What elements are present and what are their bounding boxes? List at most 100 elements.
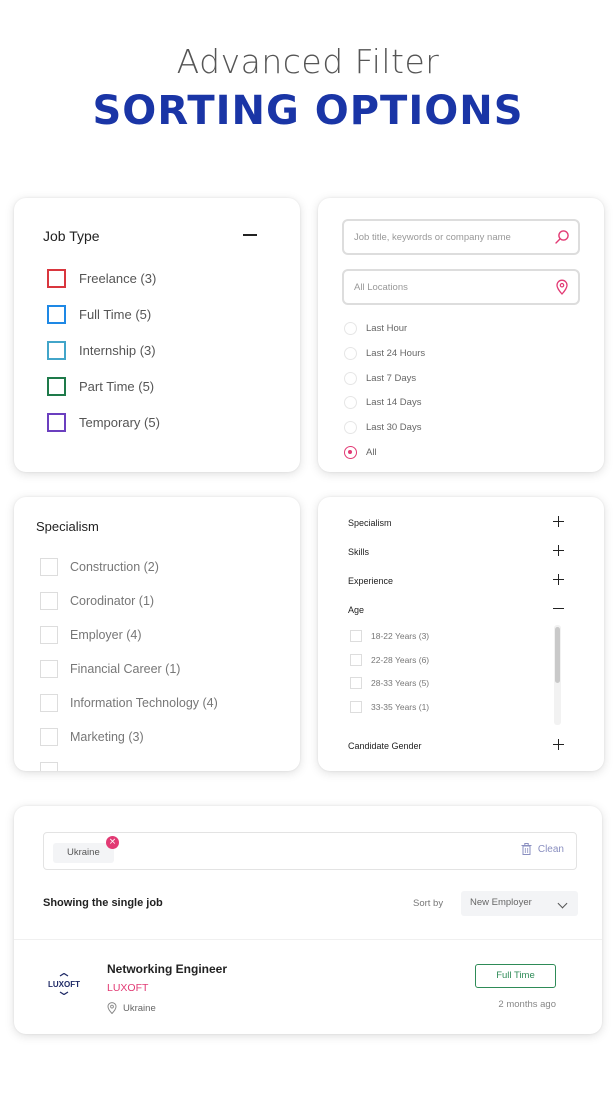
location-pin-icon <box>556 279 568 295</box>
location-pin-icon <box>107 1002 117 1014</box>
radio-button[interactable] <box>344 371 357 385</box>
age-option-label: 18-22 Years (3) <box>371 630 430 641</box>
job-type-title: Job Type <box>43 228 100 244</box>
specialism-title: Specialism <box>36 519 99 534</box>
chevron-down-icon <box>557 898 568 909</box>
posted-time: 2 months ago <box>498 999 556 1010</box>
specialism-option[interactable]: Financial Career (1) <box>40 660 180 678</box>
accordion-skills[interactable]: Skills <box>348 545 564 559</box>
specialism-label: Financial Career (1) <box>70 662 181 676</box>
radio-button[interactable] <box>344 346 357 360</box>
job-type-option[interactable]: Freelance (3) <box>47 268 156 288</box>
checkbox[interactable] <box>47 340 66 360</box>
job-type-option[interactable]: Internship (3) <box>47 340 156 360</box>
filter-chip: Ukraine <box>53 843 114 863</box>
accordion-label: Experience <box>348 576 394 586</box>
job-title-link[interactable]: Networking Engineer <box>107 962 227 976</box>
job-type-option[interactable]: Temporary (5) <box>47 412 160 432</box>
date-option-label: All <box>366 446 377 458</box>
checkbox[interactable] <box>40 728 58 746</box>
specialism-option[interactable]: Information Technology (4) <box>40 694 218 712</box>
plus-icon[interactable] <box>553 545 564 556</box>
plus-icon[interactable] <box>553 574 564 585</box>
checkbox[interactable] <box>47 376 66 396</box>
specialism-option[interactable]: Employer (4) <box>40 626 142 644</box>
age-scrollbar[interactable] <box>554 625 561 725</box>
specialism-option[interactable]: Marketing (3) <box>40 728 144 746</box>
plus-icon[interactable] <box>553 739 564 750</box>
age-option[interactable]: 28-33 Years (5) <box>350 676 429 689</box>
company-logo-text: LUXOFT <box>48 980 80 989</box>
job-type-badge: Full Time <box>475 964 556 988</box>
checkbox[interactable] <box>40 626 58 644</box>
checkbox[interactable] <box>40 762 58 771</box>
accordion-age[interactable]: Age <box>348 603 564 617</box>
checkbox[interactable] <box>47 304 66 324</box>
job-type-filter-card: Job Type Freelance (3) Full Time (5) Int… <box>14 198 300 472</box>
checkbox[interactable] <box>350 676 362 689</box>
scrollbar-thumb[interactable] <box>555 627 560 683</box>
age-option[interactable]: 18-22 Years (3) <box>350 629 429 642</box>
job-type-option[interactable]: Full Time (5) <box>47 304 151 324</box>
checkbox[interactable] <box>47 268 66 288</box>
radio-button[interactable] <box>344 420 357 434</box>
radio-button-selected[interactable] <box>344 445 357 459</box>
plus-icon[interactable] <box>553 516 564 527</box>
location-input[interactable] <box>344 271 534 303</box>
age-option-label: 28-33 Years (5) <box>371 677 430 688</box>
collapse-icon[interactable] <box>243 234 257 236</box>
company-logo: LUXOFT <box>48 973 80 995</box>
checkbox[interactable] <box>40 592 58 610</box>
date-option-selected[interactable]: All <box>344 445 377 459</box>
age-option-label: 33-35 Years (1) <box>371 701 430 712</box>
checkbox[interactable] <box>40 558 58 576</box>
accordion-filter-card: Specialism Skills Experience Age 18-22 Y… <box>318 497 604 771</box>
radio-button[interactable] <box>344 321 357 335</box>
specialism-option[interactable]: Construction (2) <box>40 558 159 576</box>
date-option-label: Last 7 Days <box>366 372 417 384</box>
checkbox[interactable] <box>350 700 362 713</box>
job-type-label: Freelance (3) <box>79 270 157 286</box>
checkbox[interactable] <box>40 660 58 678</box>
accordion-specialism[interactable]: Specialism <box>348 516 564 530</box>
accordion-label: Specialism <box>348 518 392 528</box>
remove-filter-icon[interactable]: × <box>106 836 119 849</box>
search-icon[interactable] <box>554 229 570 245</box>
date-option[interactable]: Last 30 Days <box>344 420 421 434</box>
hero-title: SORTING OPTIONS <box>92 88 524 134</box>
specialism-option[interactable]: Corodinator (1) <box>40 592 154 610</box>
minus-icon[interactable] <box>553 603 564 614</box>
date-option[interactable]: Last 7 Days <box>344 371 416 385</box>
radio-button[interactable] <box>344 395 357 409</box>
job-type-option[interactable]: Part Time (5) <box>47 376 154 396</box>
accordion-candidate-gender[interactable]: Candidate Gender <box>348 739 564 753</box>
date-option-label: Last 30 Days <box>366 421 422 433</box>
job-type-label: Part Time (5) <box>79 378 155 394</box>
sort-by-label: Sort by <box>413 898 444 909</box>
keyword-search-box <box>342 219 580 255</box>
age-option[interactable]: 22-28 Years (6) <box>350 653 429 666</box>
date-option-label: Last Hour <box>366 322 408 334</box>
keyword-search-input[interactable] <box>344 221 534 253</box>
clean-filters-button[interactable]: Clean <box>521 843 564 855</box>
date-option[interactable]: Last Hour <box>344 321 407 335</box>
specialism-filter-card: Specialism Construction (2) Corodinator … <box>14 497 300 771</box>
checkbox[interactable] <box>40 694 58 712</box>
checkbox[interactable] <box>47 412 66 432</box>
company-name[interactable]: LUXOFT <box>107 982 148 994</box>
results-count: Showing the single job <box>43 897 163 909</box>
checkbox[interactable] <box>350 629 362 642</box>
accordion-experience[interactable]: Experience <box>348 574 564 588</box>
age-option[interactable]: 33-35 Years (1) <box>350 700 429 713</box>
clean-label: Clean <box>537 843 564 855</box>
sort-selected-value: New Employer <box>470 897 532 908</box>
age-option-label: 22-28 Years (6) <box>371 654 430 665</box>
checkbox[interactable] <box>350 653 362 666</box>
job-type-label: Temporary (5) <box>79 414 160 430</box>
date-option[interactable]: Last 14 Days <box>344 395 421 409</box>
sort-select[interactable]: New Employer <box>461 891 578 916</box>
specialism-label: Construction (2) <box>70 560 159 574</box>
specialism-option-partial[interactable] <box>40 762 70 771</box>
date-option[interactable]: Last 24 Hours <box>344 346 425 360</box>
specialism-label: Employer (4) <box>70 628 142 642</box>
